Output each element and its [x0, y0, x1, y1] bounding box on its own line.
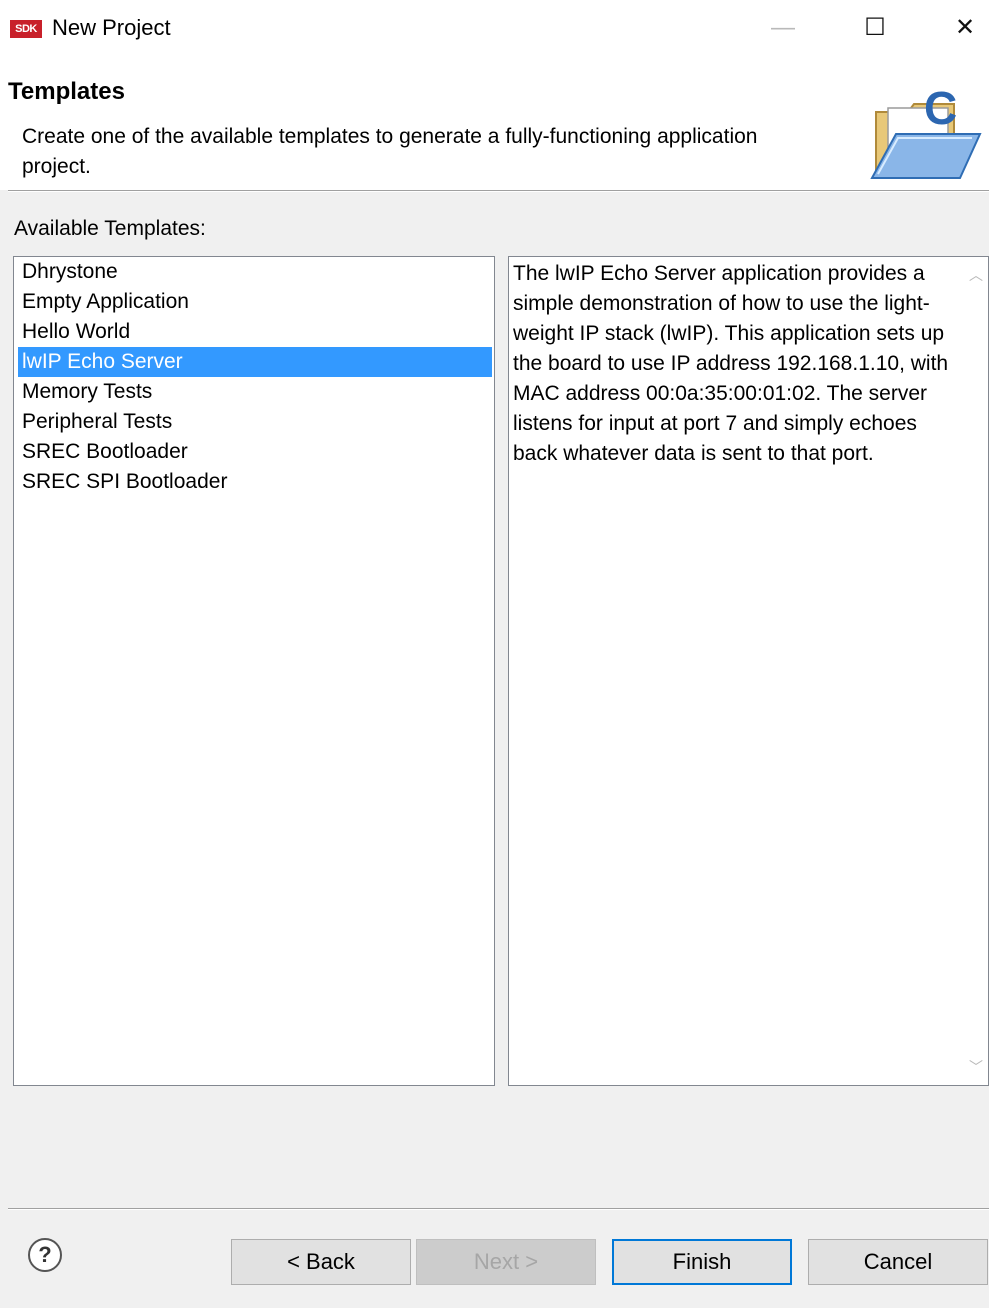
cancel-button[interactable]: Cancel [808, 1239, 988, 1285]
template-description-text: The lwIP Echo Server application provide… [513, 262, 949, 465]
svg-text:C: C [924, 84, 957, 134]
footer-divider-highlight [8, 1209, 989, 1210]
template-item[interactable]: Hello World [14, 317, 494, 347]
close-button[interactable]: ✕ [942, 6, 988, 50]
window-title: New Project [52, 15, 171, 40]
minimize-button[interactable]: — [760, 6, 806, 50]
header-divider-highlight [8, 191, 989, 192]
template-item[interactable]: Empty Application [14, 287, 494, 317]
help-icon[interactable]: ? [28, 1238, 62, 1272]
c-project-folder-icon: C [870, 84, 982, 179]
scroll-down-arrow-icon[interactable]: ﹀ [968, 1059, 984, 1075]
template-item[interactable]: SREC Bootloader [14, 437, 494, 467]
templates-list[interactable]: Dhrystone Empty Application Hello World lwI… [13, 256, 495, 1086]
template-description-box[interactable]: The lwIP Echo Server application provide… [508, 256, 989, 1086]
sdk-app-icon: SDK [10, 20, 42, 38]
available-templates-label: Available Templates: [14, 217, 206, 240]
scroll-up-arrow-icon[interactable]: ︿ [968, 267, 984, 283]
finish-button[interactable]: Finish [612, 1239, 792, 1285]
template-item[interactable]: lwIP Echo Server [18, 347, 492, 377]
next-button[interactable]: Next > [416, 1239, 596, 1285]
template-item[interactable]: Peripheral Tests [14, 407, 494, 437]
template-item[interactable]: SREC SPI Bootloader [14, 467, 494, 497]
template-item[interactable]: Memory Tests [14, 377, 494, 407]
page-title: Templates [8, 78, 125, 105]
back-button[interactable]: < Back [231, 1239, 411, 1285]
title-bar: SDK New Project — ☐ ✕ [0, 0, 989, 56]
maximize-button[interactable]: ☐ [852, 6, 898, 50]
template-item[interactable]: Dhrystone [14, 257, 494, 287]
wizard-header: Templates Create one of the available te… [0, 56, 989, 190]
page-description: Create one of the available templates to… [22, 125, 758, 178]
